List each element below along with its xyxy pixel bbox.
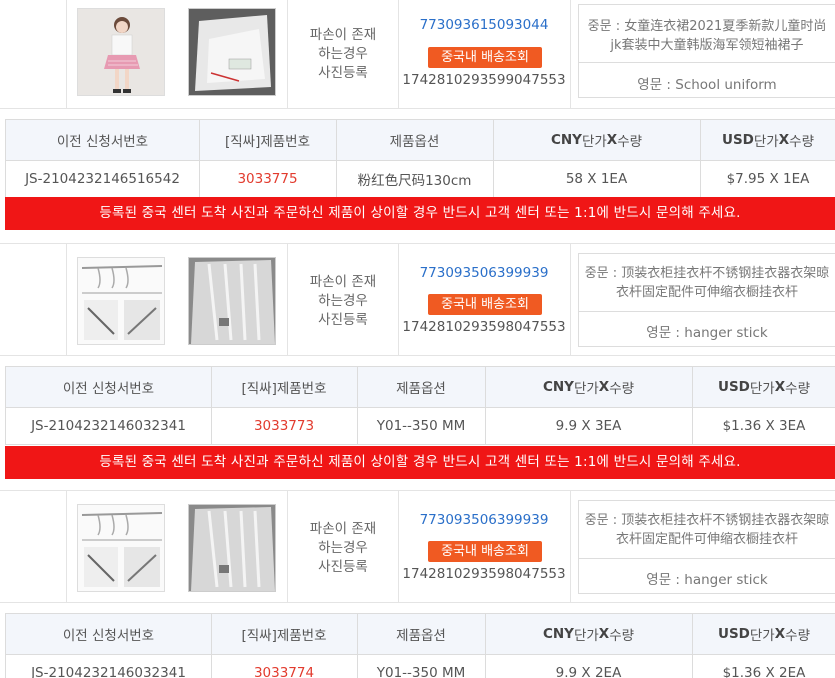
header-product-no: [직싸]제품번호 — [241, 628, 327, 644]
tracking-number: 1742810293598047553 — [402, 566, 566, 582]
table-row: JS-2104232146516542 3033775 粉红色尺码130cm 5… — [6, 161, 835, 197]
application-no: JS-2104232146032341 — [31, 418, 186, 434]
header-application-no: 이전 신청서번호 — [62, 628, 155, 644]
notice-banner: 등록된 중국 센터 도착 사진과 주문하신 제품이 상이할 경우 반드시 고객 … — [5, 446, 835, 479]
damage-photo-register[interactable]: 파손이 존재 하는경우 사진등록 — [288, 520, 398, 577]
tracking-number: 1742810293599047553 — [402, 72, 566, 88]
header-application-no: 이전 신청서번호 — [56, 134, 149, 150]
hanger-stick-photo — [78, 258, 164, 344]
header-usd: USD 단가 X 수량 — [717, 379, 810, 397]
tracking-link[interactable]: 773093506399939 — [398, 512, 570, 528]
order-item-row: 파손이 존재 하는경우 사진등록 773093506399939 중국내 배송조… — [0, 490, 835, 603]
table-row: JS-2104232146032341 3033773 Y01--350 MM … — [6, 408, 835, 444]
product-thumbnail[interactable] — [77, 504, 165, 592]
table-header: 이전 신청서번호 [직싸]제품번호 제품옵션 CNY 단가 X 수량 USD 단가 X… — [6, 614, 835, 655]
table-header: 이전 신청서번호 [직싸]제품번호 제품옵션 CNY 단가 X 수량 USD 단가 X… — [6, 120, 835, 161]
header-product-no: [직싸]제품번호 — [224, 134, 311, 150]
usd-price-qty: $7.95 X 1EA — [726, 171, 810, 187]
description-english: 영문 : School uniform — [637, 77, 777, 93]
order-info-table: 이전 신청서번호 [직싸]제품번호 제품옵션 CNY 단가 X 수량 USD 단가 X… — [5, 366, 835, 445]
product-option: Y01--350 MM — [376, 418, 466, 434]
product-option: 粉红色尺码130cm — [357, 173, 472, 189]
header-cny: CNY 단가 X 수량 — [542, 379, 635, 397]
china-shipping-track-button[interactable]: 중국내 배송조회 — [428, 294, 542, 315]
header-option: 제품옵션 — [396, 381, 446, 397]
cny-price-qty: 58 X 1EA — [565, 171, 628, 187]
damage-photo-register[interactable]: 파손이 존재 하는경우 사진등록 — [288, 273, 398, 330]
usd-price-qty: $1.36 X 3EA — [722, 418, 806, 434]
arrival-photo[interactable] — [188, 8, 276, 96]
notice-banner: 등록된 중국 센터 도착 사진과 주문하신 제품이 상이할 경우 반드시 고객 … — [5, 197, 835, 230]
header-usd: USD 단가 X 수량 — [717, 626, 810, 644]
package-photo — [189, 9, 275, 95]
application-no: JS-2104232146032341 — [31, 665, 186, 678]
cny-price-qty: 9.9 X 3EA — [555, 418, 622, 434]
product-option: Y01--350 MM — [376, 665, 466, 678]
description-english: 영문 : hanger stick — [646, 572, 768, 588]
product-description: 중문 : 顶装衣柜挂衣杆不锈钢挂衣器衣架晾衣杆固定配件可伸缩衣橱挂衣杆 영문 :… — [578, 500, 835, 594]
tracking-number: 1742810293598047553 — [402, 319, 566, 335]
arrival-photo[interactable] — [188, 504, 276, 592]
order-info-table: 이전 신청서번호 [직싸]제품번호 제품옵션 CNY 단가 X 수량 USD 단가 X… — [5, 613, 835, 678]
description-chinese: 중문 : 顶装衣柜挂衣杆不锈钢挂衣器衣架晾衣杆固定配件可伸缩衣橱挂衣杆 — [584, 513, 830, 547]
header-usd: USD 단가 X 수량 — [721, 132, 814, 150]
product-description: 중문 : 女童连衣裙2021夏季新款儿童时尚jk套装中大童韩版海军领短袖裙子 영… — [578, 4, 835, 98]
order-info-table: 이전 신청서번호 [직싸]제품번호 제품옵션 CNY 단가 X 수량 USD 단가 X… — [5, 119, 835, 198]
description-chinese: 중문 : 顶装衣柜挂衣杆不锈钢挂衣器衣架晾衣杆固定配件可伸缩衣橱挂衣杆 — [584, 266, 830, 300]
school-uniform-photo — [78, 9, 164, 95]
product-thumbnail[interactable] — [77, 8, 165, 96]
product-description: 중문 : 顶装衣柜挂衣杆不锈钢挂衣器衣架晾衣杆固定配件可伸缩衣橱挂衣杆 영문 :… — [578, 253, 835, 347]
table-header: 이전 신청서번호 [직싸]제품번호 제품옵션 CNY 단가 X 수량 USD 단가 X… — [6, 367, 835, 408]
order-item-row: 파손이 존재 하는경우 사진등록 773093615093044 중국내 배송조… — [0, 0, 835, 109]
china-shipping-track-button[interactable]: 중국내 배송조회 — [428, 47, 542, 68]
header-cny: CNY 단가 X 수량 — [550, 132, 643, 150]
usd-price-qty: $1.36 X 2EA — [722, 665, 806, 678]
order-item-row: 파손이 존재 하는경우 사진등록 773093506399939 중국내 배송조… — [0, 243, 835, 356]
china-shipping-track-button[interactable]: 중국내 배송조회 — [428, 541, 542, 562]
hanger-arrival-photo — [189, 505, 275, 591]
header-option: 제품옵션 — [389, 134, 440, 150]
header-cny: CNY 단가 X 수량 — [542, 626, 635, 644]
application-no: JS-2104232146516542 — [25, 171, 180, 187]
header-product-no: [직싸]제품번호 — [241, 381, 327, 397]
header-option: 제품옵션 — [396, 628, 446, 644]
product-no-link[interactable]: 3033774 — [211, 655, 357, 678]
table-row: JS-2104232146032341 3033774 Y01--350 MM … — [6, 655, 835, 678]
product-no-link[interactable]: 3033775 — [199, 161, 336, 197]
cny-price-qty: 9.9 X 2EA — [555, 665, 622, 678]
description-chinese: 중문 : 女童连衣裙2021夏季新款儿童时尚jk套装中大童韩版海军领短袖裙子 — [587, 19, 827, 53]
hanger-stick-photo — [78, 505, 164, 591]
damage-photo-register[interactable]: 파손이 존재 하는경우 사진등록 — [288, 26, 398, 83]
product-thumbnail[interactable] — [77, 257, 165, 345]
arrival-photo[interactable] — [188, 257, 276, 345]
tracking-link[interactable]: 773093506399939 — [398, 265, 570, 281]
tracking-link[interactable]: 773093615093044 — [398, 17, 570, 33]
header-application-no: 이전 신청서번호 — [62, 381, 155, 397]
product-no-link[interactable]: 3033773 — [211, 408, 357, 444]
hanger-arrival-photo — [189, 258, 275, 344]
description-english: 영문 : hanger stick — [646, 325, 768, 341]
